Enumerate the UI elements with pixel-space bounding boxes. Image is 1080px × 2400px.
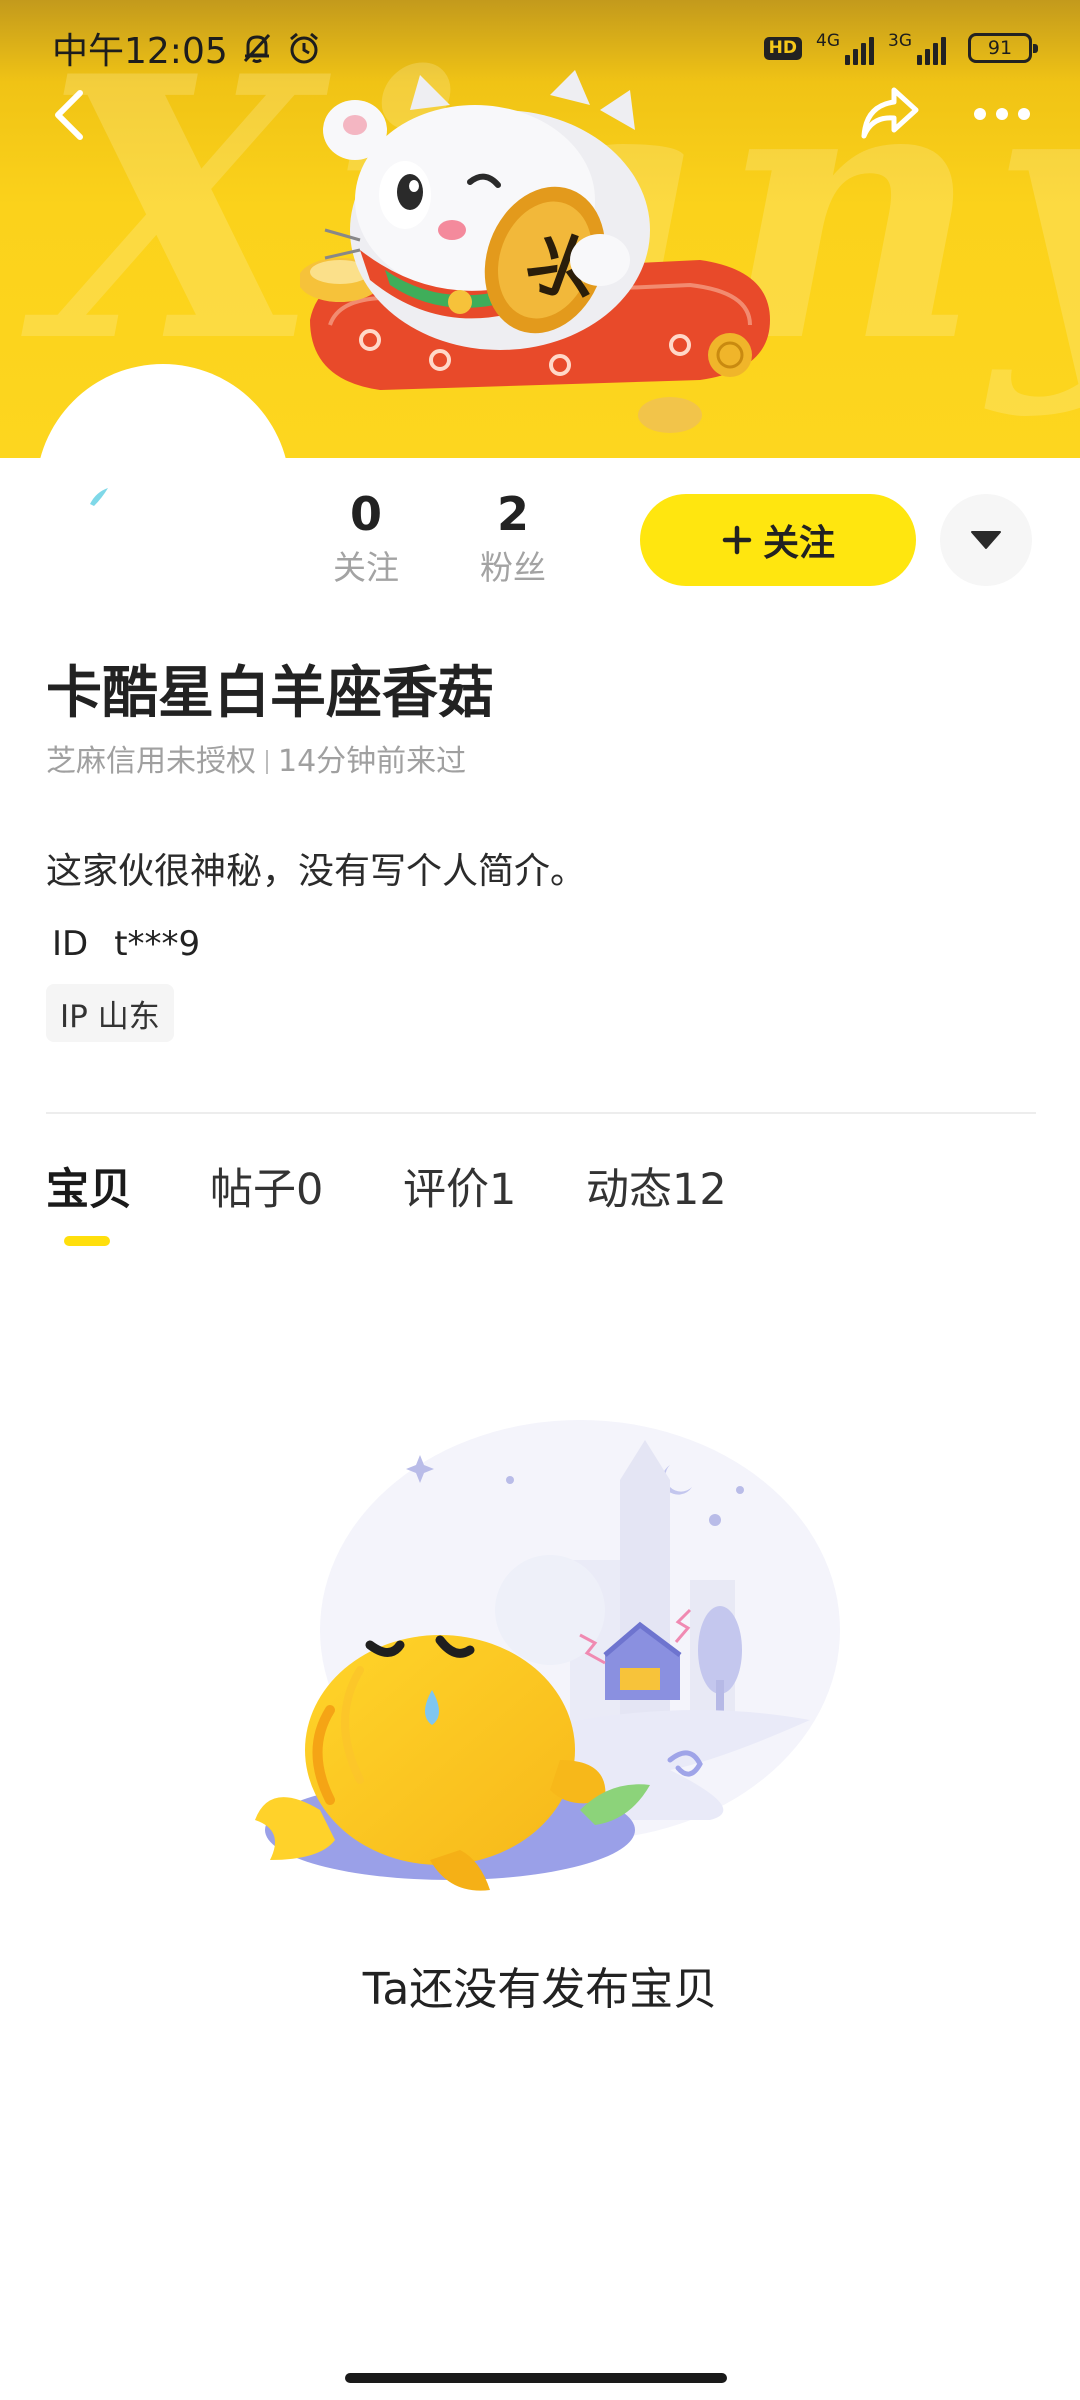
signal-3g: 3G (888, 31, 946, 65)
more-options-button[interactable] (962, 84, 1042, 144)
tab-items[interactable]: 宝贝 (46, 1160, 132, 1220)
following-label: 关注 (333, 548, 399, 587)
fans-stat[interactable]: 2 粉丝 (453, 485, 573, 591)
ip-location-tag: IP 山东 (46, 984, 174, 1042)
follow-button[interactable]: 关注 (640, 494, 916, 586)
tab-activity[interactable]: 动态12 (586, 1160, 727, 1220)
dropdown-button[interactable] (940, 494, 1032, 586)
profile-meta: 芝麻信用未授权 14分钟前来过 (46, 740, 466, 784)
id-value: t***9 (114, 924, 201, 964)
more-icon (974, 108, 1030, 120)
follow-label: 关注 (762, 523, 835, 564)
status-time: 中午12:05 (52, 31, 228, 72)
plus-icon (722, 525, 752, 555)
fans-label: 粉丝 (480, 548, 546, 587)
fans-count: 2 (496, 487, 529, 541)
meta-separator (266, 750, 268, 774)
profile-page: Xianyu (0, 0, 1080, 2400)
user-bio: 这家伙很神秘，没有写个人简介。 (46, 851, 587, 892)
empty-state-fish-illustration (255, 1420, 840, 1891)
id-label: ID (52, 924, 89, 964)
lucky-cat-mascot-image: ⺢ (300, 70, 770, 433)
last-seen: 14分钟前来过 (278, 744, 467, 779)
caret-down-icon (971, 531, 1001, 549)
hd-badge: HD (763, 36, 802, 60)
following-count: 0 (349, 487, 382, 541)
back-icon (55, 90, 83, 140)
avatar[interactable] (36, 364, 290, 618)
following-stat[interactable]: 0 关注 (306, 485, 426, 591)
credit-status[interactable]: 芝麻信用未授权 (46, 740, 256, 784)
share-button[interactable] (850, 76, 930, 152)
section-divider (46, 1112, 1036, 1114)
home-indicator[interactable] (345, 2373, 727, 2383)
signal-4g: 4G (816, 31, 874, 65)
avatar-image (90, 488, 108, 506)
tab-reviews[interactable]: 评价1 (403, 1160, 516, 1220)
battery-indicator: 91 (968, 33, 1038, 63)
alarm-icon (289, 32, 318, 64)
back-button[interactable] (40, 80, 100, 150)
bell-muted-icon (243, 33, 270, 63)
user-nickname: 卡酷星白羊座香菇 (46, 661, 494, 726)
user-id: ID t***9 (52, 918, 200, 970)
empty-state-message: Ta还没有发布宝贝 (362, 1964, 718, 2015)
tab-posts[interactable]: 帖子0 (210, 1160, 323, 1220)
active-tab-indicator (64, 1236, 110, 1246)
share-icon (861, 87, 919, 139)
